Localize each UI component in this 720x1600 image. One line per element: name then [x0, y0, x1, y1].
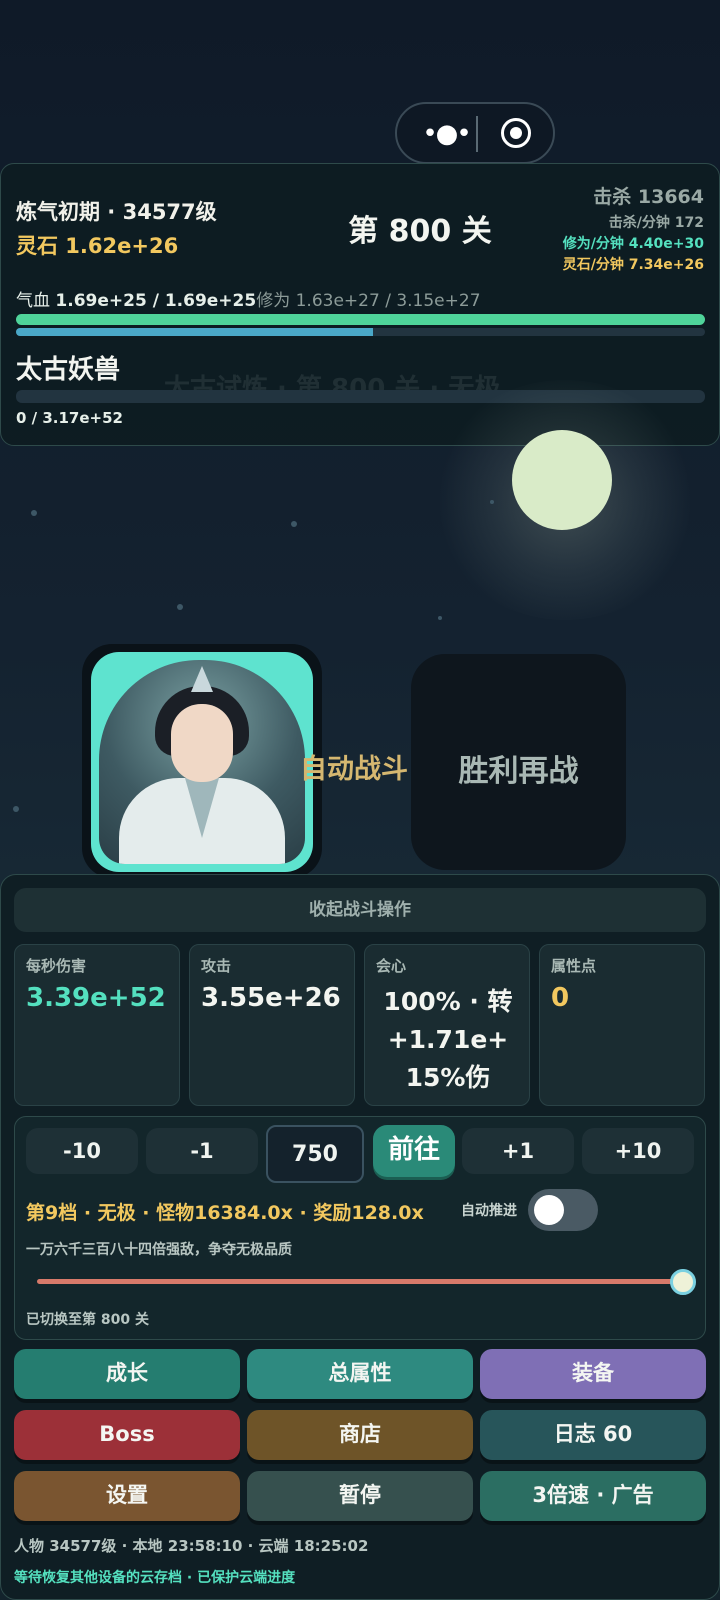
star [438, 616, 442, 620]
difficulty-slider-handle[interactable] [670, 1269, 696, 1295]
hp-label: 气血 [16, 291, 56, 311]
moon [512, 430, 612, 530]
xp-bar [16, 328, 705, 336]
capsule-divider [476, 116, 478, 152]
spirit-stones: 灵石 1.62e+26 [16, 234, 179, 258]
auto-advance-label: 自动推进 [461, 1203, 517, 1219]
total-attributes-button[interactable]: 总属性 [247, 1349, 473, 1399]
auto-fight-label[interactable]: 自动战斗 [300, 747, 408, 786]
equipment-button[interactable]: 装备 [480, 1349, 706, 1399]
xp-per-minute: 修为/分钟 4.40e+30 [562, 236, 704, 252]
portrait-crown [191, 666, 213, 692]
stage-plus-1-button[interactable]: +1 [462, 1128, 574, 1174]
stat-label: 属性点 [551, 957, 597, 975]
go-to-stage-button[interactable]: 前往 [373, 1125, 455, 1177]
kill-count: 击杀 13664 [593, 186, 704, 208]
kills-per-minute: 击杀/分钟 172 [608, 215, 704, 231]
boss-button[interactable]: Boss [14, 1410, 240, 1460]
hp-bar-fill [16, 314, 705, 325]
star [31, 510, 37, 516]
stat-label: 会心 [376, 957, 407, 975]
stat-label: 攻击 [201, 957, 232, 975]
mini-program-capsule: •●• [395, 102, 555, 164]
triple-speed-ad-button[interactable]: 3倍速 · 广告 [480, 1471, 706, 1521]
xp-bar-fill [16, 328, 373, 336]
stat-card-attack: 攻击 3.55e+26 [189, 944, 355, 1106]
stage-minus-1-button[interactable]: -1 [146, 1128, 258, 1174]
tier-description: 一万六千三百八十四倍强敌，争夺无极品质 [26, 1242, 292, 1258]
stat-value: 3.55e+26 [201, 983, 341, 1013]
stat-label: 每秒伤害 [26, 957, 87, 975]
stat-card-crit: 会心 100% · 转+1.71e+ 15%伤 [364, 944, 530, 1106]
portrait-face [171, 704, 233, 782]
star [291, 521, 297, 527]
stage-switch-status: 已切换至第 800 关 [26, 1312, 149, 1328]
retry-label: 胜利再战 [458, 754, 579, 789]
stat-value: 3.39e+52 [26, 983, 166, 1013]
close-target-icon[interactable] [501, 118, 531, 148]
stones-per-minute: 灵石/分钟 7.34e+26 [562, 257, 704, 273]
stage-plus-10-button[interactable]: +10 [582, 1128, 694, 1174]
star [13, 806, 19, 812]
hp-xp-line: 气血 1.69e+25 / 1.69e+25修为 1.63e+27 / 3.15… [16, 286, 481, 311]
enemy-name: 太古妖兽 [16, 355, 121, 385]
growth-button[interactable]: 成长 [14, 1349, 240, 1399]
hp-bar [16, 314, 705, 325]
stat-card-dps: 每秒伤害 3.39e+52 [14, 944, 180, 1106]
xp-label: 修为 [256, 291, 296, 311]
stat-value: 0 [551, 983, 570, 1013]
toggle-knob [534, 1195, 564, 1225]
enemy-hp-text: 0 / 3.17e+52 [16, 409, 123, 427]
xp-value: 1.63e+27 / 3.15e+27 [295, 291, 481, 311]
difficulty-tier-info: 第9档 · 无极 · 怪物16384.0x · 奖励128.0x [26, 1202, 424, 1224]
pause-button[interactable]: 暂停 [247, 1471, 473, 1521]
star [177, 604, 183, 610]
player-status-footer: 人物 34577级 · 本地 23:58:10 · 云端 18:25:02 [14, 1537, 369, 1555]
stage-minus-10-button[interactable]: -10 [26, 1128, 138, 1174]
star [490, 500, 494, 504]
settings-button[interactable]: 设置 [14, 1471, 240, 1521]
stage-number-input[interactable] [266, 1125, 364, 1183]
stat-card-attribute-points: 属性点 0 [539, 944, 705, 1106]
collapse-battle-controls-button[interactable]: 收起战斗操作 [14, 888, 706, 932]
cloud-sync-status: 等待恢复其他设备的云存档 · 已保护云端进度 [14, 1570, 296, 1586]
realm-level: 炼气初期 · 34577级 [16, 200, 217, 224]
shop-button[interactable]: 商店 [247, 1410, 473, 1460]
auto-advance-toggle[interactable] [528, 1189, 598, 1231]
stage-title: 第 800 关 [348, 214, 492, 249]
player-portrait [99, 660, 305, 864]
difficulty-slider-track[interactable] [37, 1279, 685, 1284]
stat-value: 100% · 转+1.71e+ 15%伤 [383, 987, 513, 1092]
hp-value: 1.69e+25 / 1.69e+25 [55, 291, 257, 311]
log-button[interactable]: 日志 60 [480, 1410, 706, 1460]
more-icon[interactable]: •●• [419, 120, 473, 148]
